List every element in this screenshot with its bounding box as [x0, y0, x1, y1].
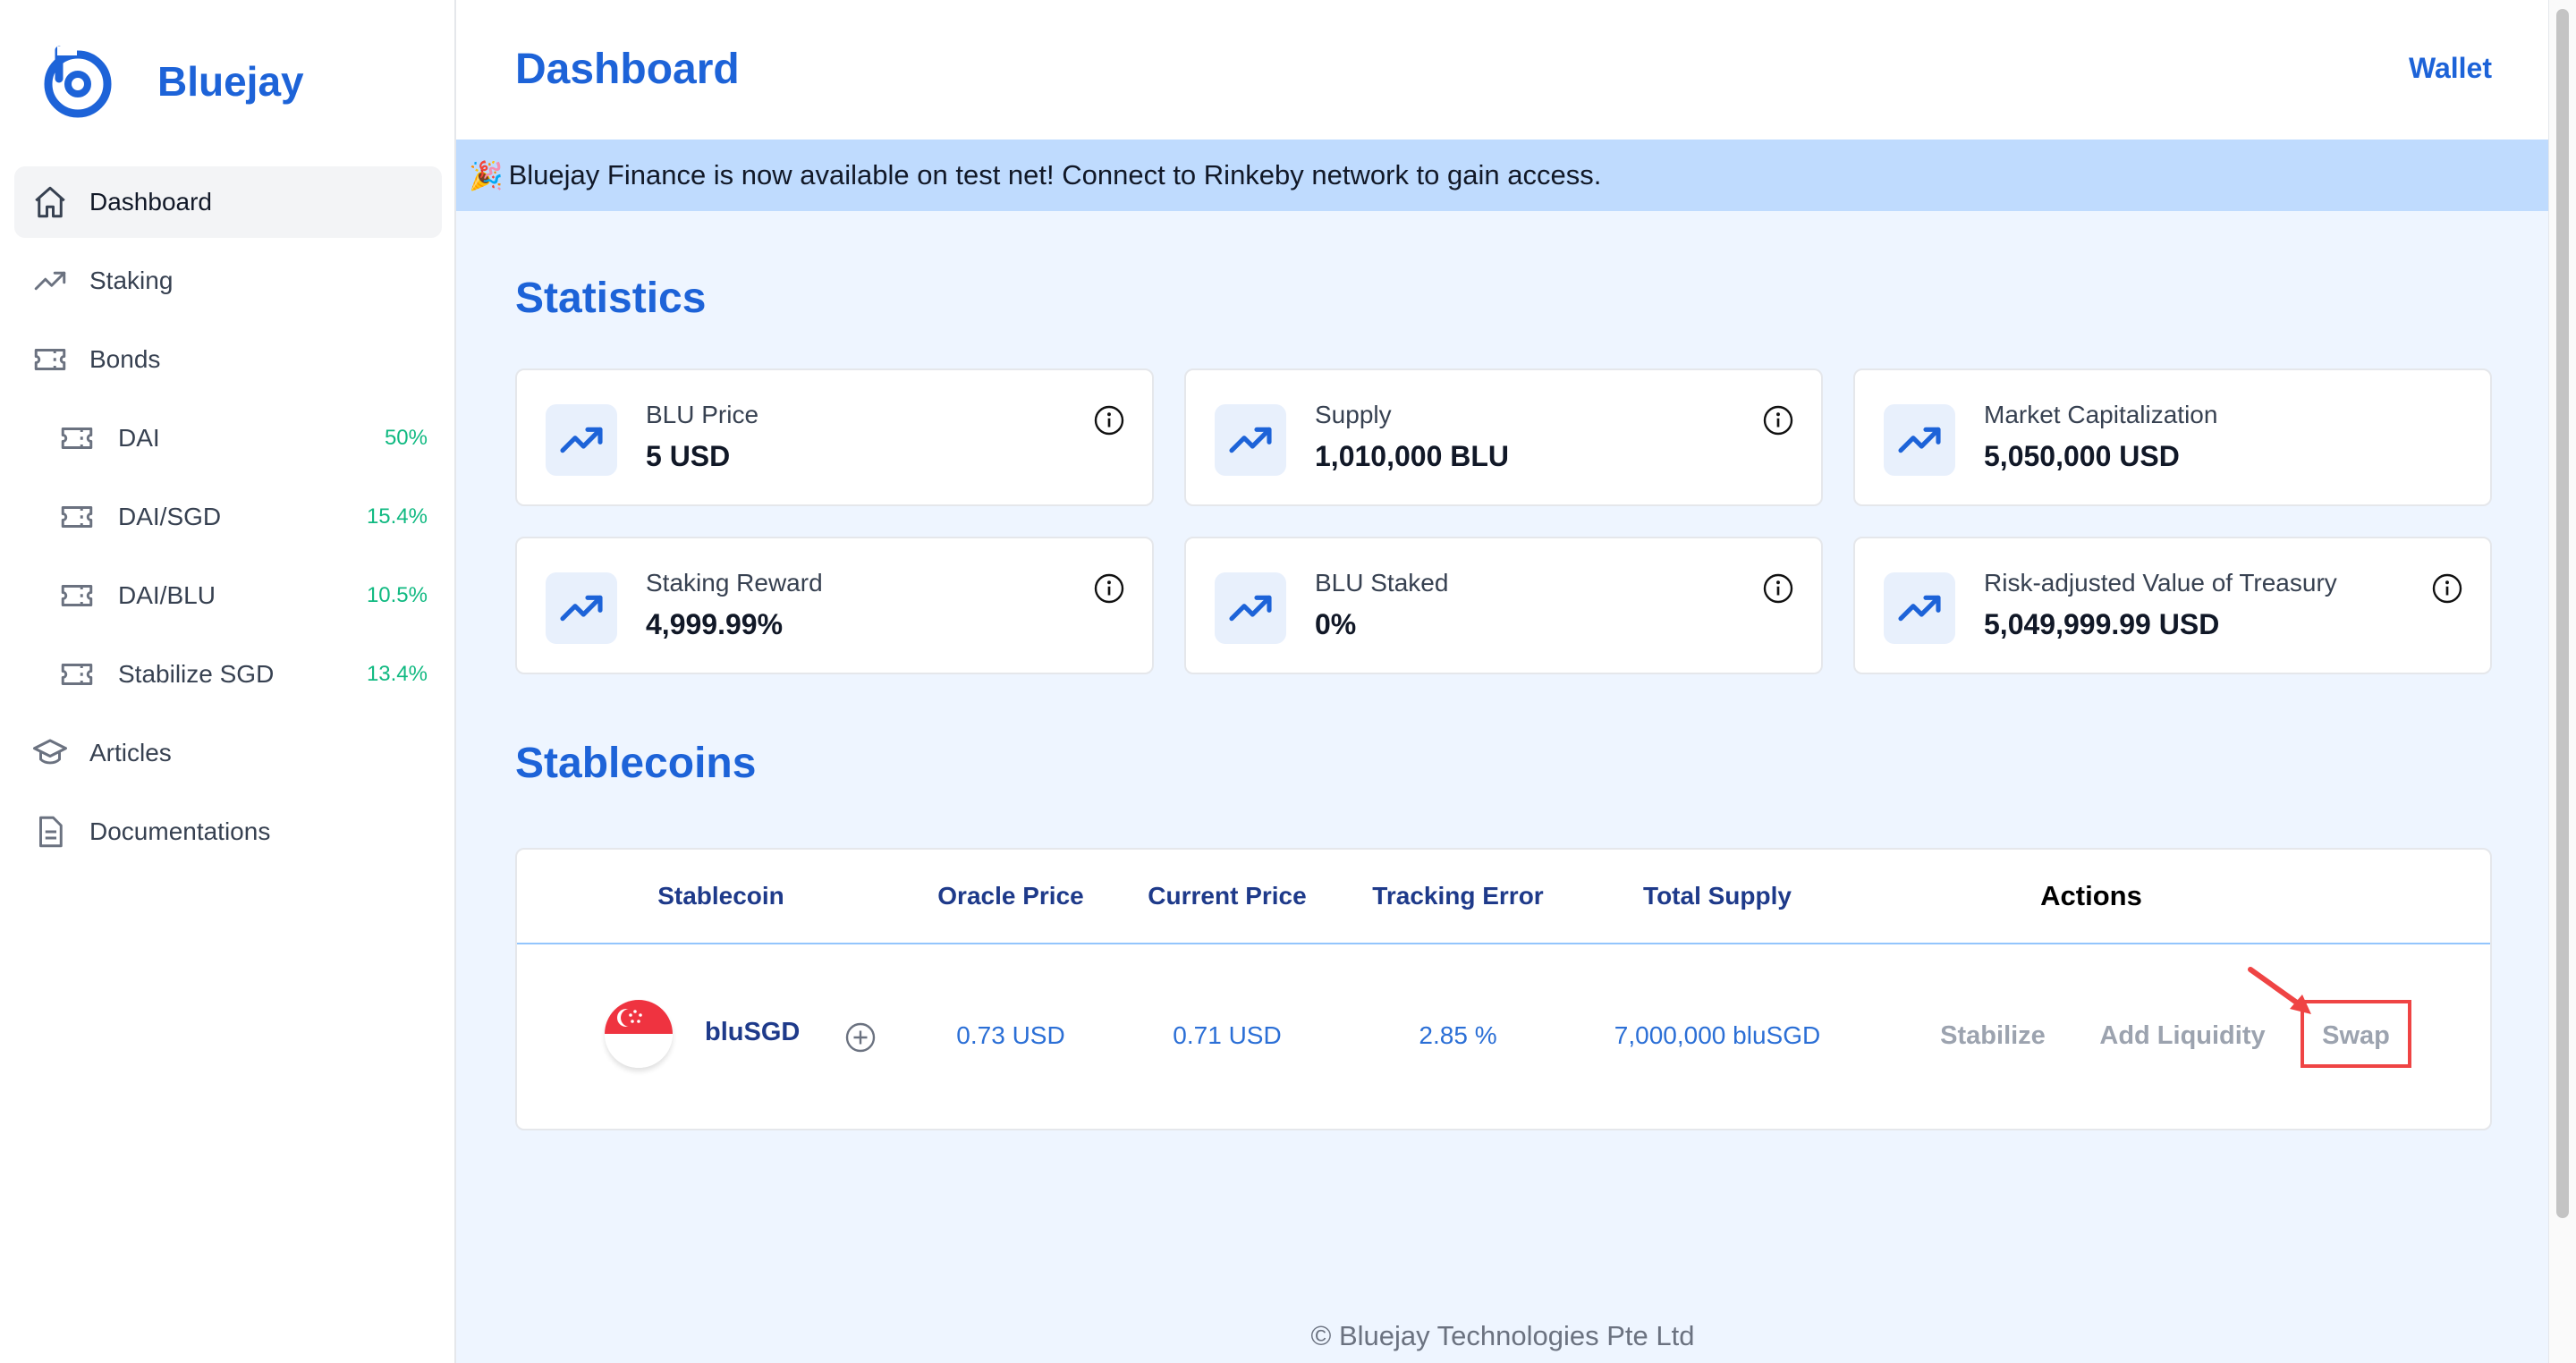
sidebar-item-dai[interactable]: DAI 50%: [14, 402, 442, 474]
bluejay-logo-icon: [44, 46, 112, 118]
sidebar-item-documentations[interactable]: Documentations: [14, 796, 442, 868]
statistics-title: Statistics: [515, 275, 707, 322]
stat-label: BLU Price: [646, 401, 759, 428]
current-price-cell: 0.71 USD: [1173, 1021, 1282, 1049]
add-token-icon[interactable]: [844, 1021, 877, 1054]
party-popper-icon: 🎉: [469, 159, 504, 191]
stat-label: Market Capitalization: [1984, 401, 2218, 428]
ticket-icon: [57, 576, 97, 615]
column-header-actions: Actions: [2040, 880, 2142, 911]
sidebar-item-stabilize-sgd[interactable]: Stabilize SGD 13.4%: [14, 639, 442, 710]
sidebar-item-dai-blu[interactable]: DAI/BLU 10.5%: [14, 560, 442, 631]
sidebar-item-label: DAI/BLU: [118, 581, 216, 609]
stat-card-market-cap: Market Capitalization 5,050,000 USD: [1853, 368, 2492, 506]
stat-label: Risk-adjusted Value of Treasury: [1984, 569, 2337, 597]
scrollbar-thumb[interactable]: [2556, 9, 2569, 1218]
tracking-error-cell: 2.85 %: [1419, 1021, 1497, 1049]
info-icon[interactable]: [1093, 572, 1125, 605]
sidebar-item-label: Articles: [89, 739, 172, 766]
add-liquidity-button[interactable]: Add Liquidity: [2099, 1021, 2265, 1051]
stat-card-blu-staked: BLU Staked 0%: [1184, 537, 1823, 674]
sidebar-item-label: Staking: [89, 267, 174, 294]
trending-up-icon: [30, 261, 70, 301]
info-icon[interactable]: [1093, 404, 1125, 436]
column-header-stablecoin: Stablecoin: [657, 882, 784, 910]
bond-discount-badge: 50%: [384, 426, 428, 450]
stablecoins-table: Stablecoin Oracle Price Current Price Tr…: [515, 848, 2492, 1130]
sidebar-item-label: DAI: [118, 424, 160, 452]
stat-value: 0%: [1315, 608, 1357, 640]
bond-discount-badge: 15.4%: [366, 504, 428, 529]
ticket-icon: [57, 497, 97, 537]
sidebar: Bluejay Dashboard Staking Bonds DAI 50% …: [0, 0, 456, 1363]
bond-discount-badge: 13.4%: [366, 662, 428, 686]
academic-cap-icon: [30, 733, 70, 773]
stat-value: 4,999.99%: [646, 608, 784, 640]
sidebar-item-label: Dashboard: [89, 188, 212, 216]
info-icon[interactable]: [2431, 572, 2463, 605]
trending-up-icon: [546, 572, 617, 644]
column-header-current-price: Current Price: [1148, 882, 1307, 910]
column-header-total-supply: Total Supply: [1643, 882, 1792, 910]
home-icon: [30, 182, 70, 222]
table-header: Stablecoin Oracle Price Current Price Tr…: [517, 850, 2490, 944]
sidebar-item-articles[interactable]: Articles: [14, 717, 442, 789]
stabilize-button[interactable]: Stabilize: [1940, 1021, 2046, 1051]
trending-up-icon: [1215, 572, 1286, 644]
logo[interactable]: Bluejay: [39, 43, 304, 120]
oracle-price-cell: 0.73 USD: [956, 1021, 1065, 1049]
stat-card-blu-price: BLU Price 5 USD: [515, 368, 1154, 506]
sidebar-item-bonds[interactable]: Bonds: [14, 324, 442, 395]
footer-copyright: © Bluejay Technologies Pte Ltd: [1310, 1320, 1695, 1351]
stat-label: Staking Reward: [646, 569, 823, 597]
trending-up-icon: [1884, 572, 1955, 644]
singapore-flag-icon: [605, 1000, 673, 1068]
app-name: Bluejay: [157, 58, 304, 105]
document-icon: [30, 812, 70, 851]
column-header-oracle-price: Oracle Price: [937, 882, 1084, 910]
top-bar: Dashboard Wallet: [456, 0, 2549, 140]
sidebar-item-staking[interactable]: Staking: [14, 245, 442, 317]
announcement-banner: 🎉 Bluejay Finance is now available on te…: [456, 140, 2549, 211]
total-supply-cell: 7,000,000 bluSGD: [1614, 1021, 1821, 1049]
info-icon[interactable]: [1762, 404, 1794, 436]
stat-value: 1,010,000 BLU: [1315, 440, 1510, 472]
stat-value: 5 USD: [646, 440, 731, 472]
ticket-icon: [57, 655, 97, 694]
stat-value: 5,049,999.99 USD: [1984, 608, 2220, 640]
stat-label: Supply: [1315, 401, 1392, 428]
stat-card-rfv-treasury: Risk-adjusted Value of Treasury 5,049,99…: [1853, 537, 2492, 674]
sidebar-nav: Dashboard Staking Bonds DAI 50% DAI/SGD …: [14, 166, 442, 875]
ticket-icon: [30, 340, 70, 379]
info-icon[interactable]: [1762, 572, 1794, 605]
scrollbar[interactable]: [2548, 0, 2576, 1363]
annotation-arrow-icon: [2248, 967, 2311, 1014]
bond-discount-badge: 10.5%: [366, 583, 428, 607]
trending-up-icon: [546, 404, 617, 476]
sidebar-item-label: DAI/SGD: [118, 503, 222, 530]
trending-up-icon: [1215, 404, 1286, 476]
sidebar-item-label: Bonds: [89, 345, 161, 373]
page-title: Dashboard: [515, 46, 740, 93]
stat-value: 5,050,000 USD: [1984, 440, 2180, 472]
sidebar-item-dashboard[interactable]: Dashboard: [14, 166, 442, 238]
stablecoins-title: Stablecoins: [515, 740, 757, 787]
sidebar-item-label: Stabilize SGD: [118, 660, 275, 688]
stat-card-staking-reward: Staking Reward 4,999.99%: [515, 537, 1154, 674]
column-header-tracking-error: Tracking Error: [1372, 882, 1544, 910]
trending-up-icon: [1884, 404, 1955, 476]
main-content: Dashboard Wallet 🎉 Bluejay Finance is no…: [456, 0, 2549, 1363]
wallet-button[interactable]: Wallet: [2409, 52, 2492, 85]
stat-label: BLU Staked: [1315, 569, 1449, 597]
ticket-icon: [57, 419, 97, 458]
stablecoin-name: bluSGD: [705, 1018, 801, 1046]
banner-text: Bluejay Finance is now available on test…: [508, 159, 1602, 190]
sidebar-item-dai-sgd[interactable]: DAI/SGD 15.4%: [14, 481, 442, 553]
stat-card-supply: Supply 1,010,000 BLU: [1184, 368, 1823, 506]
sidebar-item-label: Documentations: [89, 817, 271, 845]
